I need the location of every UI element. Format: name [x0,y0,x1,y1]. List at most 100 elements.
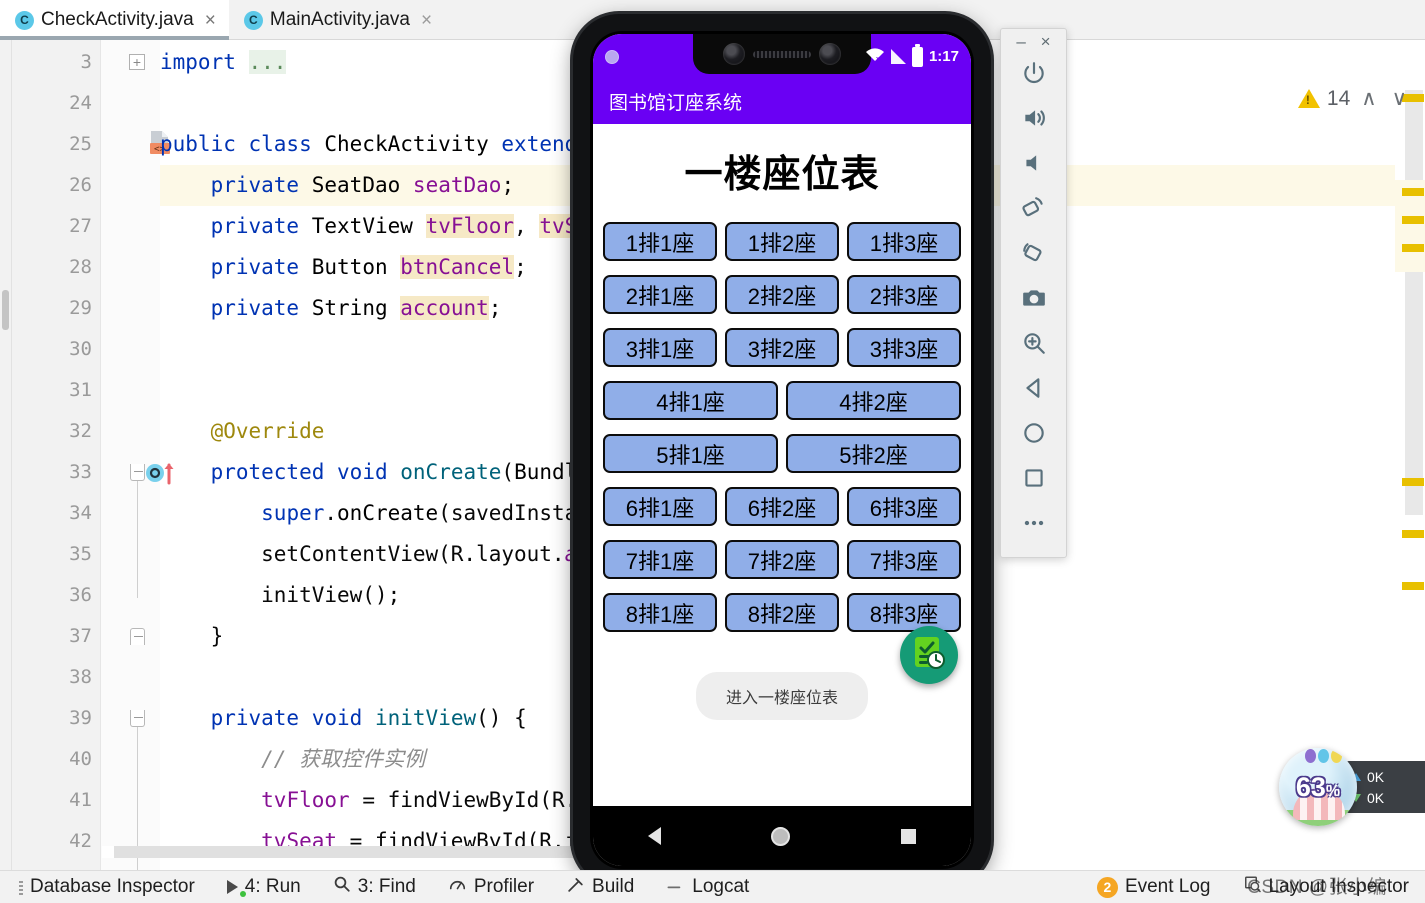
volume-down-icon[interactable] [1001,140,1066,185]
fold-collapse-icon[interactable] [130,628,145,645]
app-content[interactable]: 一楼座位表 1排1座 1排2座 1排3座 2排1座 2排2座 2排3座 3排1座 3排2座 3排… [593,124,971,824]
fold-collapse-icon[interactable] [130,710,145,727]
seat-button[interactable]: 7排2座 [725,540,839,579]
status-event-log[interactable]: 2 Event Log [1081,871,1227,903]
seat-button[interactable]: 3排3座 [847,328,961,367]
code-line[interactable]: private SeatDao seatDao; [160,165,515,206]
code-line[interactable]: private TextView tvFloor, tvSe [160,206,590,247]
nav-recents-icon[interactable] [900,828,916,844]
seat-button[interactable]: 7排3座 [847,540,961,579]
horizontal-scrollbar[interactable] [102,846,612,858]
seat-button[interactable]: 1排1座 [603,222,717,261]
android-navigation-bar[interactable] [593,806,971,866]
seat-row: 3排1座 3排2座 3排3座 [593,328,971,367]
seat-button[interactable]: 5排2座 [786,434,961,473]
warning-triangle-icon [1297,89,1320,108]
warning-marker[interactable] [1402,188,1424,196]
more-icon[interactable] [1001,500,1066,545]
rotate-left-icon[interactable] [1001,185,1066,230]
nav-home-icon[interactable] [771,826,791,846]
scroll-thumb[interactable] [102,846,114,858]
fold-collapse-icon[interactable] [130,464,145,481]
front-camera-secondary-icon [819,43,841,65]
seat-button[interactable]: 6排1座 [603,487,717,526]
power-icon[interactable] [1001,50,1066,95]
seat-button[interactable]: 2排3座 [847,275,961,314]
scroll-thumb[interactable] [2,290,9,330]
warning-marker[interactable] [1402,244,1424,252]
seat-button[interactable]: 3排2座 [725,328,839,367]
seat-button[interactable]: 6排3座 [847,487,961,526]
code-line[interactable]: setContentView(R.layout.a [160,534,577,575]
fold-expand-icon[interactable]: + [129,54,145,70]
code-line[interactable]: private void initView() { [160,698,527,739]
status-db-inspector[interactable]: Database Inspector [0,871,211,903]
seat-button[interactable]: 8排1座 [603,593,717,632]
status-find[interactable]: 3: Find [317,871,432,903]
code-line[interactable]: initView(); [160,575,400,616]
code-line[interactable]: } [160,616,224,657]
chevron-down-icon[interactable]: ∨ [1388,86,1411,111]
seat-button[interactable]: 4排2座 [786,381,961,420]
minimize-icon[interactable]: – [1016,33,1025,50]
code-line[interactable]: // 获取控件实例 [160,739,425,780]
inspection-widget[interactable]: 14 ∧ ∨ [1297,86,1411,111]
stripe-track[interactable] [1405,90,1423,515]
code-line[interactable]: import ... [160,42,287,83]
code-line[interactable]: super.onCreate(savedInstan [160,493,590,534]
seat-grid[interactable]: 1排1座 1排2座 1排3座 2排1座 2排2座 2排3座 3排1座 3排2座 3排3座 4排1座… [593,222,971,632]
camera-icon[interactable] [1001,275,1066,320]
network-speed-widget[interactable]: 63% 0K 0K [1279,748,1425,826]
emulator-screen[interactable]: x 1:17 图书馆订座系统 一楼座位表 1排1座 1排2座 1排3座 2排1座… [593,34,971,866]
warning-marker[interactable] [1402,582,1424,590]
close-icon[interactable]: × [1041,33,1051,50]
seat-button[interactable]: 5排1座 [603,434,778,473]
seat-button[interactable]: 8排3座 [847,593,961,632]
code-line[interactable]: private String account; [160,288,501,329]
status-profiler[interactable]: Profiler [432,871,550,903]
code-folding-column[interactable]: + <> [100,40,174,891]
page-title: 一楼座位表 [684,154,880,196]
code-line[interactable]: @Override [160,411,325,452]
rotate-right-icon[interactable] [1001,230,1066,275]
checklist-clock-fab[interactable] [900,626,958,684]
code-line[interactable]: private Button btnCancel; [160,247,527,288]
tab-checkactivity[interactable]: C CheckActivity.java × [0,0,229,40]
warning-marker[interactable] [1402,216,1424,224]
close-icon[interactable]: × [205,11,216,30]
chevron-up-icon[interactable]: ∧ [1357,86,1380,111]
close-icon[interactable]: × [421,11,432,30]
seat-button[interactable]: 7排1座 [603,540,717,579]
warning-marker[interactable] [1402,478,1424,486]
code-line[interactable]: public class CheckActivity extends [160,124,590,165]
status-layout-inspector[interactable]: Layout Inspector [1227,871,1425,903]
zoom-icon[interactable] [1001,320,1066,365]
seat-button[interactable]: 8排2座 [725,593,839,632]
seat-button[interactable]: 2排2座 [725,275,839,314]
android-emulator-window[interactable]: x 1:17 图书馆订座系统 一楼座位表 1排1座 1排2座 1排3座 2排1座… [573,14,991,886]
status-run[interactable]: 4: Run [211,871,317,903]
volume-up-icon[interactable] [1001,95,1066,140]
line-number: 36 [69,584,92,606]
status-logcat[interactable]: Logcat [650,871,765,903]
seat-button[interactable]: 3排1座 [603,328,717,367]
ide-status-bar[interactable]: Database Inspector 4: Run 3: Find Profil… [0,870,1425,903]
seat-button[interactable]: 4排1座 [603,381,778,420]
line-number: 39 [69,707,92,729]
seat-button[interactable]: 2排1座 [603,275,717,314]
nav-back-icon[interactable] [648,827,662,845]
seat-button[interactable]: 6排2座 [725,487,839,526]
overview-icon[interactable] [1001,455,1066,500]
home-icon[interactable] [1001,410,1066,455]
tab-mainactivity[interactable]: C MainActivity.java × [229,0,445,40]
emulator-toolbar[interactable]: – × [1000,28,1067,558]
seat-button[interactable]: 1排3座 [847,222,961,261]
warning-marker[interactable] [1402,530,1424,538]
code-line[interactable]: protected void onCreate(Bundle [160,452,590,493]
enter-floor-button[interactable]: 进入一楼座位表 [695,672,868,720]
back-icon[interactable] [1001,365,1066,410]
error-stripe[interactable] [1395,40,1425,870]
seat-button[interactable]: 1排2座 [725,222,839,261]
status-build[interactable]: Build [550,871,650,903]
code-line[interactable]: tvFloor = findViewById(R. [160,780,577,821]
